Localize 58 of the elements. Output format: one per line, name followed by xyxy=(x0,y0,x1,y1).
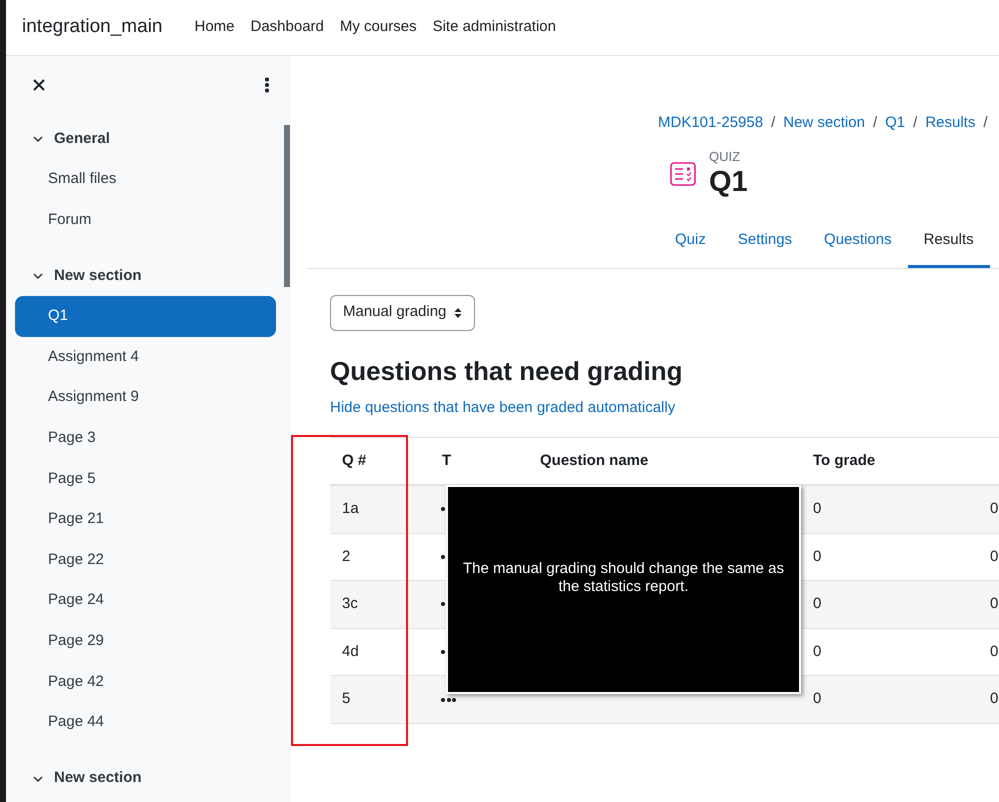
table-cell: 0 xyxy=(990,500,998,518)
hide-graded-link[interactable]: Hide questions that have been graded automatically xyxy=(330,396,999,419)
sidebar-item[interactable]: Q1 xyxy=(15,296,276,337)
breadcrumb-separator: / xyxy=(983,113,988,133)
breadcrumb-separator: / xyxy=(872,113,878,133)
sidebar-item[interactable]: Assignment 9 xyxy=(15,377,276,418)
table-cell: 3c xyxy=(342,595,358,612)
table-cell: 1a xyxy=(342,500,359,518)
table-cell: 0 xyxy=(990,548,998,565)
table-cell: 0 xyxy=(813,642,822,660)
breadcrumb-link[interactable]: Q1 xyxy=(885,112,906,134)
page-title: Q1 xyxy=(709,164,748,198)
table-cell: 0 xyxy=(813,595,822,612)
nav-tab[interactable]: Results xyxy=(908,218,990,268)
column-header[interactable]: Question name xyxy=(540,452,648,469)
sidebar-item[interactable]: Page 29 xyxy=(15,620,276,662)
table-cell: 0 xyxy=(813,690,822,708)
section-heading: Questions that need grading xyxy=(330,354,684,386)
sidebar-item[interactable]: Forum xyxy=(15,200,276,240)
breadcrumb-separator: / xyxy=(771,113,776,133)
nav-link[interactable]: Site administration xyxy=(432,16,556,39)
site-name[interactable]: integration_main xyxy=(22,13,162,42)
column-header[interactable]: T xyxy=(442,452,452,469)
section-heading[interactable]: New section xyxy=(54,767,142,790)
breadcrumb-link[interactable]: New section xyxy=(783,112,865,134)
nav-tab[interactable]: Settings xyxy=(722,218,808,268)
nav-tab[interactable]: Quiz xyxy=(659,218,722,268)
table-cell: 2 xyxy=(342,548,350,565)
nav-tab[interactable]: Questions xyxy=(808,218,908,268)
table-cell: 0 xyxy=(813,500,822,518)
table-cell: 5 xyxy=(342,690,350,708)
table-cell: 0 xyxy=(990,642,998,660)
table-cell: 0 xyxy=(990,595,998,612)
sidebar-item[interactable]: Page 21 xyxy=(15,499,276,540)
activity-type-label: QUIZ xyxy=(709,148,742,164)
sidebar-item[interactable]: Page 3 xyxy=(15,418,276,459)
nav-link[interactable]: Home xyxy=(194,16,234,39)
column-header[interactable]: Q # xyxy=(342,452,366,469)
table-cell: 0 xyxy=(813,548,822,565)
table-cell: 4d xyxy=(342,642,359,660)
sidebar-item[interactable]: Small files xyxy=(15,159,276,200)
section-heading[interactable]: General xyxy=(54,128,110,150)
sidebar-item[interactable]: Assignment 4 xyxy=(15,336,276,378)
breadcrumb-link[interactable]: Results xyxy=(925,112,976,134)
sidebar-item[interactable]: Page 24 xyxy=(15,580,276,621)
breadcrumb-separator: / xyxy=(913,113,918,133)
nav-link[interactable]: My courses xyxy=(340,16,417,39)
column-header[interactable]: To grade xyxy=(813,452,876,469)
section-heading[interactable]: New section xyxy=(54,264,142,288)
nav-link[interactable]: Dashboard xyxy=(250,16,324,39)
sidebar-item[interactable]: Page 22 xyxy=(15,540,276,580)
report-select[interactable]: Manual grading xyxy=(330,294,476,330)
sidebar-item[interactable]: Page 42 xyxy=(15,662,276,702)
sidebar-item[interactable]: Page 5 xyxy=(15,458,276,500)
callout-text: The manual grading should change the same as the statistics report. xyxy=(462,560,786,596)
table-cell: 0 xyxy=(990,690,998,708)
sidebar-item[interactable]: Page 44 xyxy=(15,702,276,743)
breadcrumb-link[interactable]: MDK101-25958 xyxy=(658,112,764,134)
